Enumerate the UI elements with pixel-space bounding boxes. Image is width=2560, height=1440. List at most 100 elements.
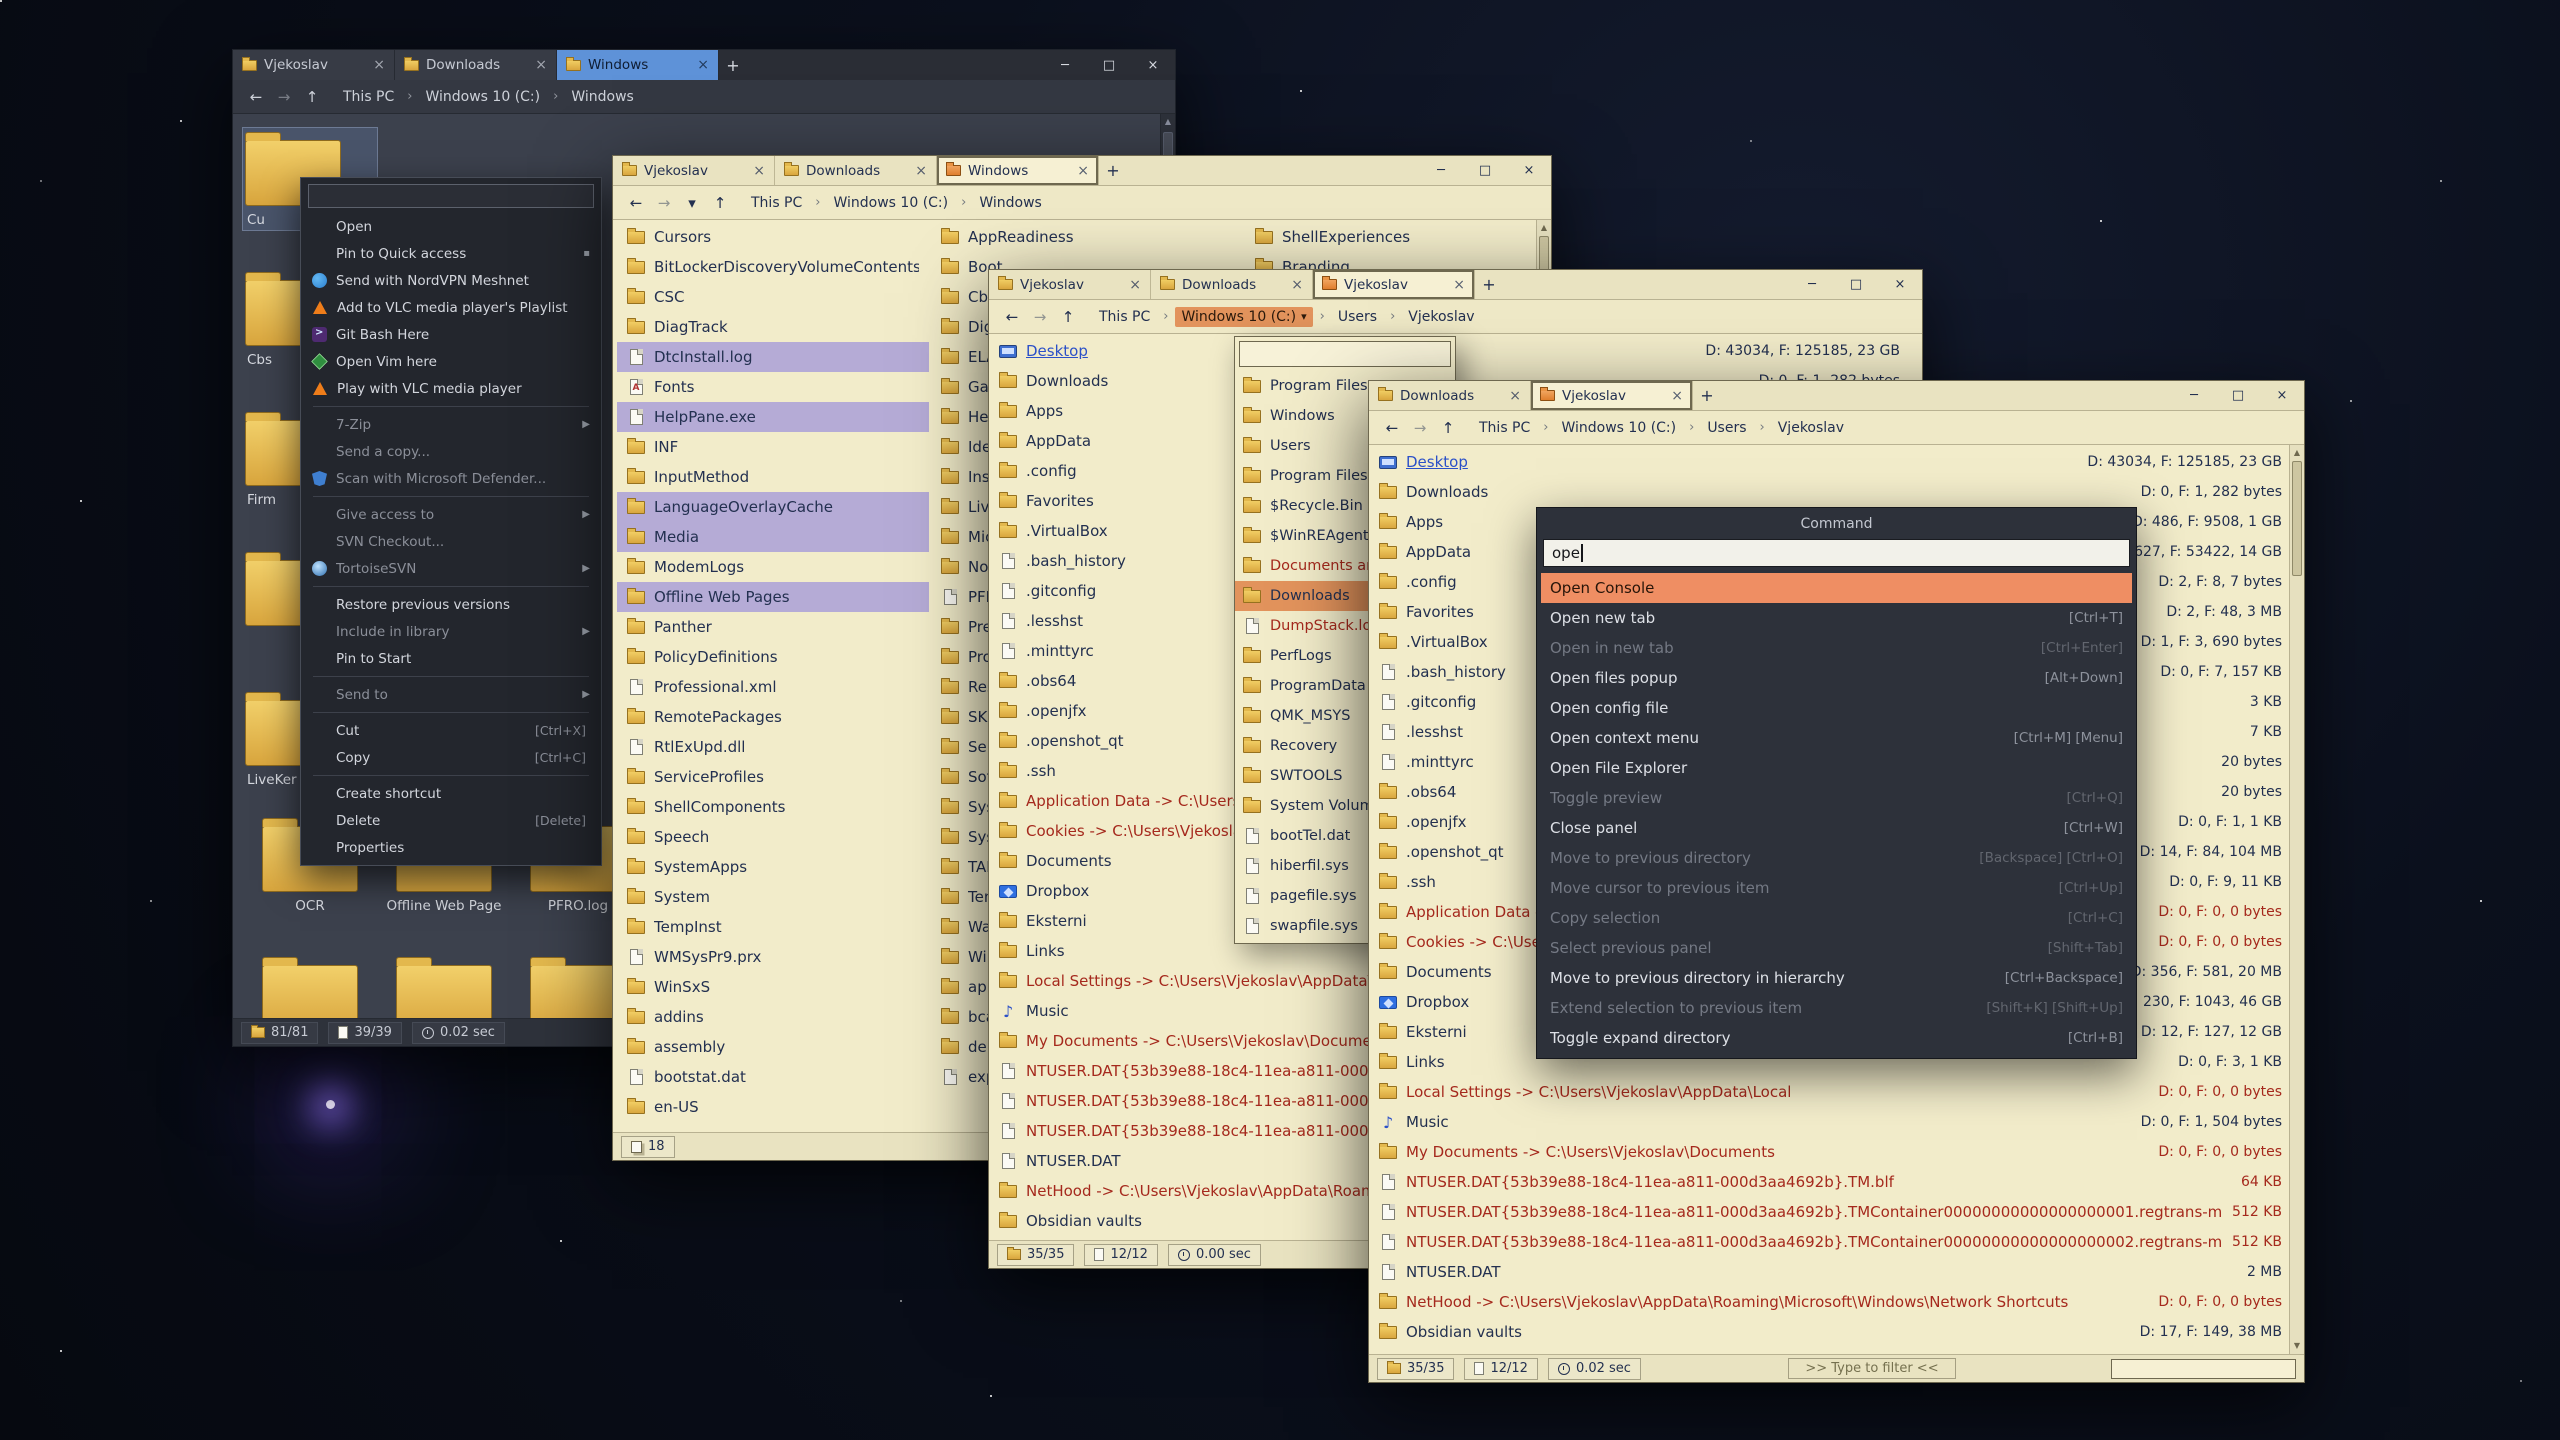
command-item[interactable]: Open Console (1541, 573, 2132, 603)
breadcrumb-item[interactable]: This PC (745, 193, 808, 213)
file-row[interactable]: Speech (617, 822, 929, 852)
file-row[interactable]: NTUSER.DAT{53b39e88-18c4-11ea-a811-000d3… (1369, 1167, 2304, 1197)
file-row[interactable]: My Documents -> C:\Users\Vjekoslav\Docum… (1369, 1137, 2304, 1167)
context-menu-item[interactable]: Add to VLC media player's Playlist (304, 294, 598, 321)
file-row[interactable]: RtlExUpd.dll (617, 732, 929, 762)
minimize-button[interactable]: ─ (2172, 381, 2216, 410)
breadcrumb-item[interactable]: This PC (1473, 418, 1536, 438)
file-row[interactable]: Offline Web Pages (617, 582, 929, 612)
command-item[interactable]: Move cursor to previous item [Ctrl+Up] (1541, 873, 2132, 903)
command-item[interactable]: Open config file (1541, 693, 2132, 723)
file-row[interactable]: WMSysPr9.prx (617, 942, 929, 972)
tab[interactable]: Vjekoslav × (1531, 381, 1693, 410)
minimize-button[interactable]: ─ (1419, 156, 1463, 185)
context-menu-item[interactable]: Include in library ▶ (304, 618, 598, 645)
file-row[interactable]: NTUSER.DAT{53b39e88-18c4-11ea-a811-000d3… (1369, 1197, 2304, 1227)
context-menu-item[interactable]: Delete [Delete] (304, 807, 598, 834)
breadcrumb-item[interactable]: Vjekoslav (1772, 418, 1850, 438)
tab[interactable]: Downloads × (395, 50, 557, 80)
vertical-scrollbar[interactable]: ▲ ▼ (2289, 445, 2304, 1354)
context-menu-item[interactable] (304, 492, 598, 501)
file-row[interactable]: CSC (617, 282, 929, 312)
up-button[interactable]: ↑ (1055, 305, 1081, 329)
file-row[interactable]: HelpPane.exe (617, 402, 929, 432)
breadcrumb-item[interactable]: This PC (1093, 307, 1156, 327)
up-button[interactable]: ↑ (1435, 416, 1461, 440)
breadcrumb-item[interactable]: Windows (565, 87, 640, 107)
command-item[interactable]: Move to previous directory in hierarchy … (1541, 963, 2132, 993)
file-row[interactable]: NetHood -> C:\Users\Vjekoslav\AppData\Ro… (1369, 1287, 2304, 1317)
dropdown-filter-input[interactable] (1239, 341, 1451, 367)
forward-button[interactable]: → (651, 191, 677, 215)
command-item[interactable]: Open File Explorer (1541, 753, 2132, 783)
tab-close-icon[interactable]: × (1077, 163, 1089, 179)
context-menu-item[interactable]: Scan with Microsoft Defender... (304, 465, 598, 492)
close-button[interactable]: × (1878, 270, 1922, 299)
command-item[interactable]: Toggle expand directory [Ctrl+B] (1541, 1023, 2132, 1053)
file-row[interactable]: LanguageOverlayCache (617, 492, 929, 522)
tab[interactable]: Vjekoslav × (233, 50, 395, 80)
context-menu-item[interactable] (304, 402, 598, 411)
tab[interactable]: Windows × (937, 156, 1099, 185)
breadcrumb-item[interactable]: Users (1332, 307, 1383, 327)
file-row[interactable]: WinSxS (617, 972, 929, 1002)
file-row[interactable]: ShellComponents (617, 792, 929, 822)
tab-close-icon[interactable]: × (1453, 277, 1465, 293)
file-row[interactable]: Obsidian vaults D: 17, F: 149, 38 MB (1369, 1317, 2304, 1347)
back-button[interactable]: ← (243, 85, 269, 109)
maximize-button[interactable]: □ (1087, 50, 1131, 80)
context-menu-item[interactable]: Properties (304, 834, 598, 861)
file-row[interactable]: TempInst (617, 912, 929, 942)
command-item[interactable]: Copy selection [Ctrl+C] (1541, 903, 2132, 933)
minimize-button[interactable]: ─ (1790, 270, 1834, 299)
new-tab-button[interactable]: + (1475, 270, 1503, 299)
tab-close-icon[interactable]: × (535, 57, 547, 73)
breadcrumb-item[interactable]: Windows 10 (C:) (1555, 418, 1682, 438)
command-item[interactable]: Move to previous directory [Backspace] [… (1541, 843, 2132, 873)
tab-close-icon[interactable]: × (753, 163, 765, 179)
context-menu-item[interactable] (304, 771, 598, 780)
maximize-button[interactable]: □ (1834, 270, 1878, 299)
file-row[interactable]: NTUSER.DAT 2 MB (1369, 1257, 2304, 1287)
command-item[interactable]: Toggle preview [Ctrl+Q] (1541, 783, 2132, 813)
context-menu-item[interactable]: 7-Zip ▶ (304, 411, 598, 438)
scrollbar-thumb[interactable] (2292, 461, 2302, 576)
file-row[interactable]: InputMethod (617, 462, 929, 492)
context-menu-item[interactable] (304, 582, 598, 591)
context-menu-item[interactable]: Copy [Ctrl+C] (304, 744, 598, 771)
context-menu-item[interactable]: Create shortcut (304, 780, 598, 807)
context-menu-item[interactable]: Pin to Quick access ▪ (304, 240, 598, 267)
file-row[interactable]: DiagTrack (617, 312, 929, 342)
command-item[interactable]: Open context menu [Ctrl+M] [Menu] (1541, 723, 2132, 753)
context-menu-item[interactable]: Git Bash Here (304, 321, 598, 348)
up-button[interactable]: ↑ (707, 191, 733, 215)
tab[interactable]: Vjekoslav × (1313, 270, 1475, 299)
forward-button[interactable]: → (1027, 305, 1053, 329)
close-button[interactable]: × (1131, 50, 1175, 80)
filter-input[interactable] (2111, 1359, 2296, 1379)
tab[interactable]: Downloads × (775, 156, 937, 185)
file-row[interactable]: ModemLogs (617, 552, 929, 582)
tab[interactable]: Downloads × (1369, 381, 1531, 410)
scroll-up-icon[interactable]: ▲ (1537, 222, 1551, 234)
new-tab-button[interactable]: + (719, 50, 747, 80)
breadcrumb-item[interactable]: Windows 10 (C:)▾ (1175, 307, 1312, 327)
file-row[interactable]: INF (617, 432, 929, 462)
file-row[interactable]: Desktop D: 43034, F: 125185, 23 GB (1369, 447, 2304, 477)
new-tab-button[interactable]: + (1693, 381, 1721, 410)
scroll-up-icon[interactable]: ▲ (2290, 447, 2304, 459)
command-item[interactable]: Open files popup [Alt+Down] (1541, 663, 2132, 693)
file-row[interactable]: BitLockerDiscoveryVolumeContents (617, 252, 929, 282)
breadcrumb-item[interactable]: Windows 10 (C:) (827, 193, 954, 213)
tab-close-icon[interactable]: × (1129, 277, 1141, 293)
context-menu-item[interactable]: Play with VLC media player (304, 375, 598, 402)
file-row[interactable]: RemotePackages (617, 702, 929, 732)
file-row[interactable]: DtcInstall.log (617, 342, 929, 372)
context-menu-item[interactable]: SVN Checkout... (304, 528, 598, 555)
new-tab-button[interactable]: + (1099, 156, 1127, 185)
tab-close-icon[interactable]: × (373, 57, 385, 73)
context-menu-item[interactable]: Give access to ▶ (304, 501, 598, 528)
context-menu-filter-input[interactable] (308, 184, 594, 208)
forward-button[interactable]: → (1407, 416, 1433, 440)
close-button[interactable]: × (1507, 156, 1551, 185)
